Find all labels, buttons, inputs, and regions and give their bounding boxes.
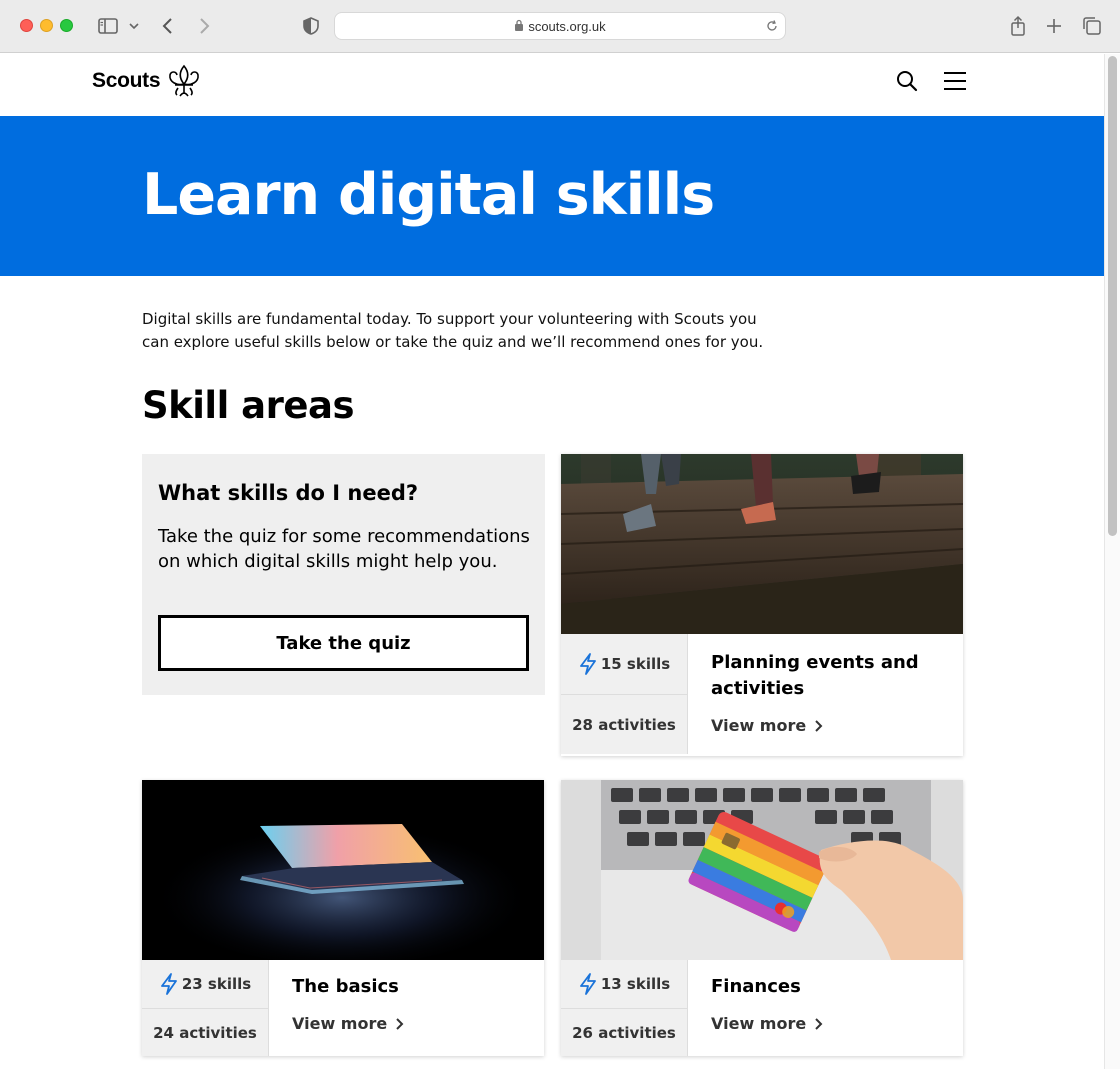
- card-stats: 13 skills 26 activities: [561, 960, 688, 1056]
- skills-count: 13 skills: [561, 960, 687, 1008]
- quiz-card: What skills do I need? Take the quiz for…: [142, 454, 545, 695]
- tab-overview-icon[interactable]: [1080, 14, 1104, 38]
- quiz-heading: What skills do I need?: [158, 481, 419, 505]
- share-icon[interactable]: [1006, 14, 1030, 38]
- card-stats: 23 skills 24 activities: [142, 960, 269, 1056]
- forest-log-image: [561, 454, 963, 634]
- skills-count: 15 skills: [561, 634, 687, 694]
- view-more-link[interactable]: View more: [292, 1014, 405, 1033]
- skill-card-planning-events[interactable]: 15 skills 28 activities Planning events …: [561, 454, 963, 756]
- view-more-link[interactable]: View more: [711, 1014, 824, 1033]
- skill-card-the-basics[interactable]: 23 skills 24 activities The basics View …: [142, 780, 544, 1056]
- logo-text: Scouts: [92, 69, 161, 92]
- address-bar[interactable]: scouts.org.uk: [334, 12, 786, 40]
- activities-count: 28 activities: [561, 694, 687, 754]
- zoom-window-button[interactable]: [60, 19, 73, 32]
- lightning-bolt-icon: [160, 973, 177, 995]
- close-window-button[interactable]: [20, 19, 33, 32]
- activities-count: 24 activities: [142, 1008, 268, 1056]
- intro-text: Digital skills are fundamental today. To…: [142, 310, 764, 351]
- section-title: Skill areas: [142, 384, 354, 427]
- skill-card-finances[interactable]: 13 skills 26 activities Finances View mo…: [561, 780, 963, 1056]
- chevron-right-icon: [396, 1017, 404, 1030]
- sidebar-toggle-icon[interactable]: [96, 14, 120, 38]
- quiz-text: Take the quiz for some recommendations o…: [158, 526, 530, 572]
- back-icon[interactable]: [156, 14, 180, 38]
- hero-banner: Learn digital skills: [0, 116, 1104, 276]
- chevron-right-icon: [815, 1017, 823, 1030]
- url-text: scouts.org.uk: [528, 19, 606, 34]
- forward-icon[interactable]: [192, 14, 216, 38]
- rainbow-card-image: [561, 780, 963, 960]
- page-title: Learn digital skills: [142, 162, 715, 228]
- scrollbar-thumb[interactable]: [1108, 56, 1117, 536]
- fleur-de-lis-icon: [169, 64, 200, 97]
- privacy-shield-icon[interactable]: [299, 14, 323, 38]
- chevron-right-icon: [815, 719, 823, 732]
- card-body: The basics View more: [292, 960, 530, 1033]
- laptop-glow-image: [142, 780, 544, 960]
- search-icon[interactable]: [894, 68, 920, 94]
- lightning-bolt-icon: [579, 653, 596, 675]
- activities-count: 26 activities: [561, 1008, 687, 1056]
- card-body: Planning events and activities View more: [711, 634, 949, 735]
- card-stats: 15 skills 28 activities: [561, 634, 688, 754]
- card-title: Finances: [711, 976, 801, 997]
- site-header: Scouts: [0, 54, 1104, 116]
- minimize-window-button[interactable]: [40, 19, 53, 32]
- reload-icon[interactable]: [765, 19, 779, 33]
- lock-icon: [515, 19, 524, 31]
- scouts-logo[interactable]: Scouts: [92, 64, 203, 98]
- view-more-link[interactable]: View more: [711, 716, 824, 735]
- chevron-down-icon[interactable]: [124, 14, 144, 38]
- browser-toolbar: scouts.org.uk: [0, 0, 1120, 53]
- new-tab-icon[interactable]: [1042, 14, 1066, 38]
- card-body: Finances View more: [711, 960, 949, 1033]
- card-title: Planning events and activities: [711, 652, 919, 699]
- card-title: The basics: [292, 976, 399, 997]
- menu-icon[interactable]: [942, 68, 968, 94]
- skills-count: 23 skills: [142, 960, 268, 1008]
- take-quiz-button[interactable]: Take the quiz: [158, 615, 529, 671]
- lightning-bolt-icon: [579, 973, 596, 995]
